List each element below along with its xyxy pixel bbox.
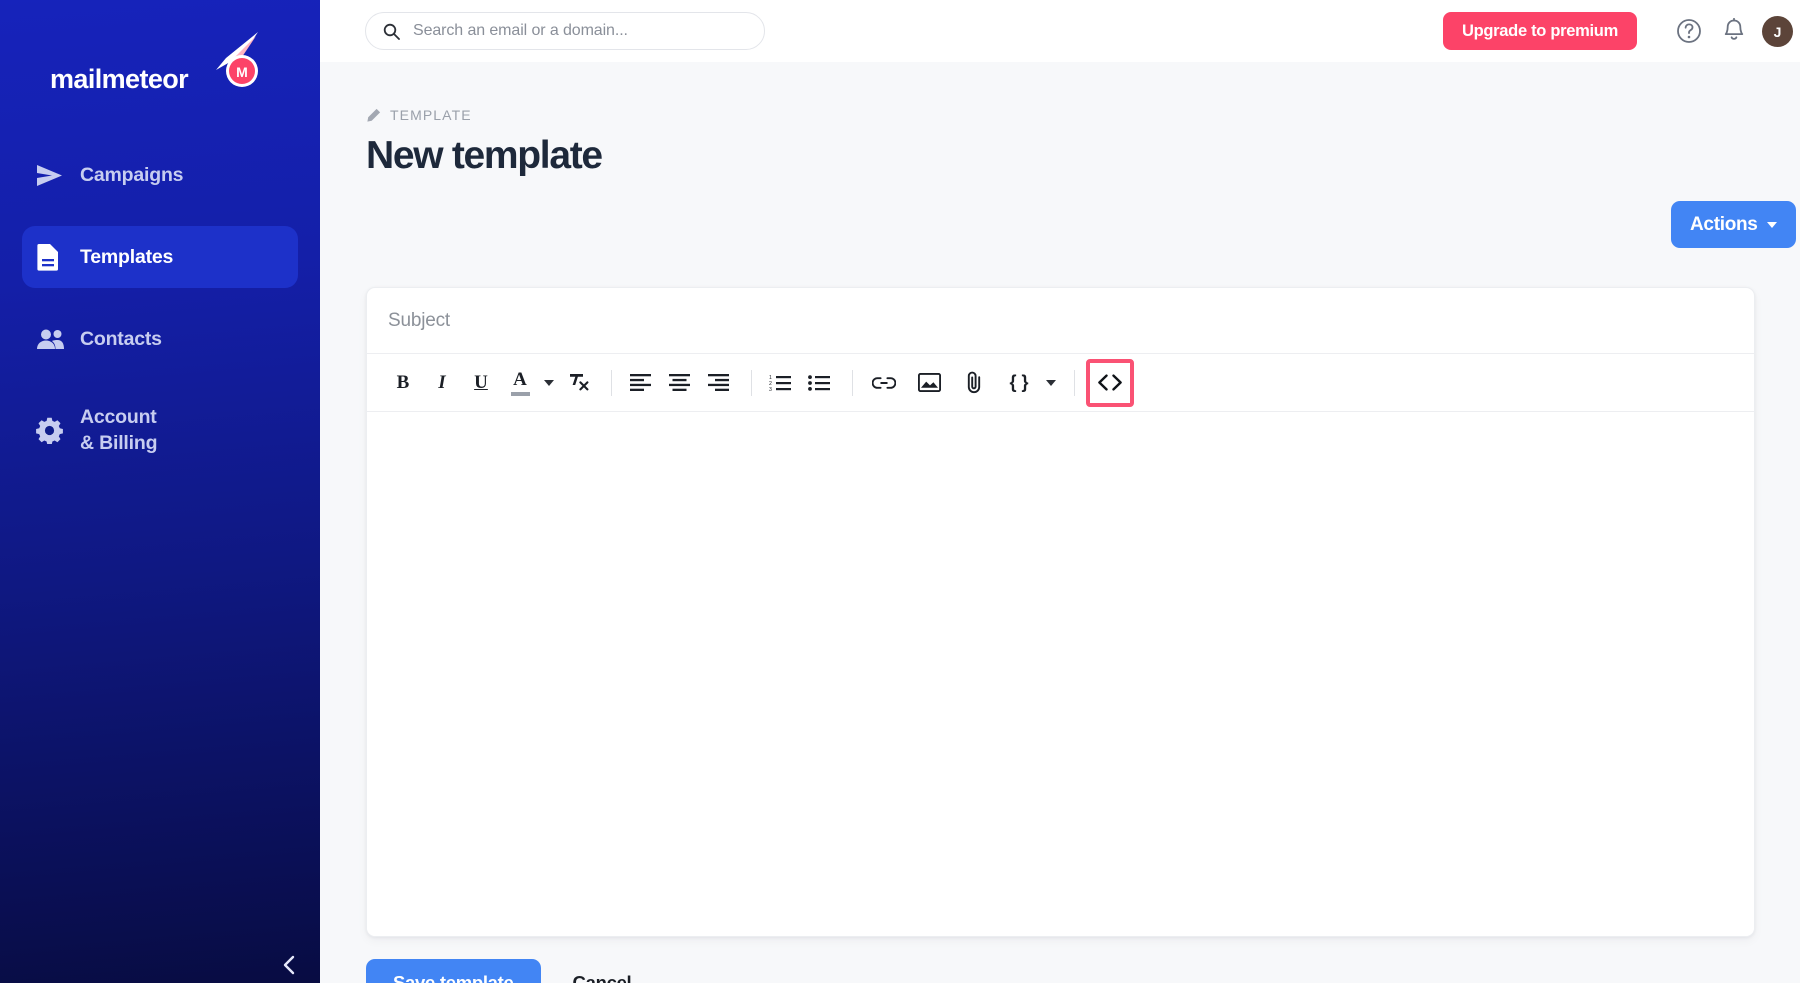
sidebar-item-label: Contacts [80,327,162,350]
text-color-button[interactable]: A [503,366,537,400]
breadcrumb-label: TEMPLATE [390,107,472,123]
actions-button[interactable]: Actions [1671,201,1796,248]
brand-name: mailmeteor [50,64,189,94]
ordered-list-button[interactable]: 1 2 3 [763,366,797,400]
align-center-button[interactable] [662,366,696,400]
link-icon [872,376,896,389]
search-input[interactable]: Search an email or a domain... [365,12,765,50]
search-placeholder: Search an email or a domain... [413,22,628,39]
paperclip-icon [967,371,981,394]
code-brackets-icon [1098,374,1122,391]
sidebar-item-campaigns[interactable]: Campaigns [22,144,298,206]
svg-text:3: 3 [769,387,772,392]
page-title: New template [366,134,603,177]
clear-format-icon [569,374,588,391]
topbar: Search an email or a domain... Upgrade t… [320,0,1800,62]
caret-down-icon [1766,221,1777,228]
merge-field-dropdown[interactable] [1046,379,1056,386]
question-circle-icon [1677,19,1701,43]
sidebar-item-contacts[interactable]: Contacts [22,308,298,370]
toolbar-divider [611,369,612,396]
brand-logo[interactable]: mailmeteor M [0,22,320,117]
send-icon [36,164,80,187]
align-right-icon [707,374,729,391]
align-center-icon [668,374,690,391]
upgrade-to-premium-button[interactable]: Upgrade to premium [1443,12,1637,50]
clear-formatting-button[interactable] [561,366,595,400]
sidebar: mailmeteor M Campaigns Templates Contact… [0,0,320,983]
underline-button[interactable]: U [464,366,498,400]
pencil-icon [367,108,381,122]
italic-icon: I [438,371,446,393]
subject-input[interactable]: Subject [367,288,1754,354]
sidebar-item-label: Account & Billing [80,404,157,457]
underline-icon: U [474,371,488,393]
align-left-icon [629,374,651,391]
bullet-list-icon [808,374,830,391]
toolbar-divider [1074,369,1075,396]
notifications-button[interactable] [1718,15,1750,47]
sidebar-collapse-button[interactable] [272,948,306,982]
editor-footer: Save template Cancel [366,959,651,983]
help-button[interactable] [1673,15,1705,47]
image-icon [917,373,941,392]
subject-placeholder: Subject [388,309,450,331]
align-right-button[interactable] [701,366,735,400]
avatar-initial: J [1773,23,1782,40]
bold-button[interactable]: B [386,366,420,400]
toolbar-divider [852,369,853,396]
actions-button-label: Actions [1690,213,1758,235]
sidebar-item-label: Templates [80,245,174,268]
editor-toolbar: B I U A 1 2 3 {} [367,354,1754,412]
attach-file-button[interactable] [954,366,994,400]
text-color-dropdown[interactable] [544,379,554,386]
app-root: mailmeteor M Campaigns Templates Contact… [0,0,1800,983]
document-icon [36,243,80,271]
insert-link-button[interactable] [864,366,904,400]
search-icon [383,23,403,40]
bullet-list-button[interactable] [802,366,836,400]
bell-icon [1724,18,1744,40]
sidebar-item-label-line2: & Billing [80,432,158,454]
avatar[interactable]: J [1762,16,1793,47]
sidebar-item-label: Campaigns [80,163,184,186]
merge-field-button[interactable]: { } [999,366,1039,400]
curly-braces-icon: { } [1009,372,1029,392]
svg-text:M: M [236,64,248,80]
template-editor-card: Subject B I U A 1 2 3 {} [366,287,1755,937]
breadcrumb: TEMPLATE [366,107,472,123]
toolbar-divider [751,369,752,396]
chevron-left-icon [283,955,295,975]
text-color-icon: A [513,369,527,390]
cancel-button[interactable]: Cancel [553,959,652,983]
sidebar-item-label-line1: Account [80,405,157,428]
source-code-button[interactable] [1086,358,1134,407]
email-body-editor[interactable] [367,412,1754,936]
people-icon [36,328,80,350]
insert-image-button[interactable] [909,366,949,400]
ordered-list-icon: 1 2 3 [769,375,791,392]
comet-icon: M [216,32,258,87]
italic-button[interactable]: I [425,366,459,400]
align-left-button[interactable] [623,366,657,400]
text-color-swatch [510,392,530,396]
sidebar-item-templates[interactable]: Templates [22,226,298,288]
save-template-button[interactable]: Save template [366,959,541,983]
main-area: Search an email or a domain... Upgrade t… [320,0,1800,983]
sidebar-nav: Campaigns Templates Contacts Account & B… [0,144,320,470]
bold-icon: B [396,371,410,393]
sidebar-item-account-billing[interactable]: Account & Billing [22,390,298,470]
gear-icon [36,417,80,444]
